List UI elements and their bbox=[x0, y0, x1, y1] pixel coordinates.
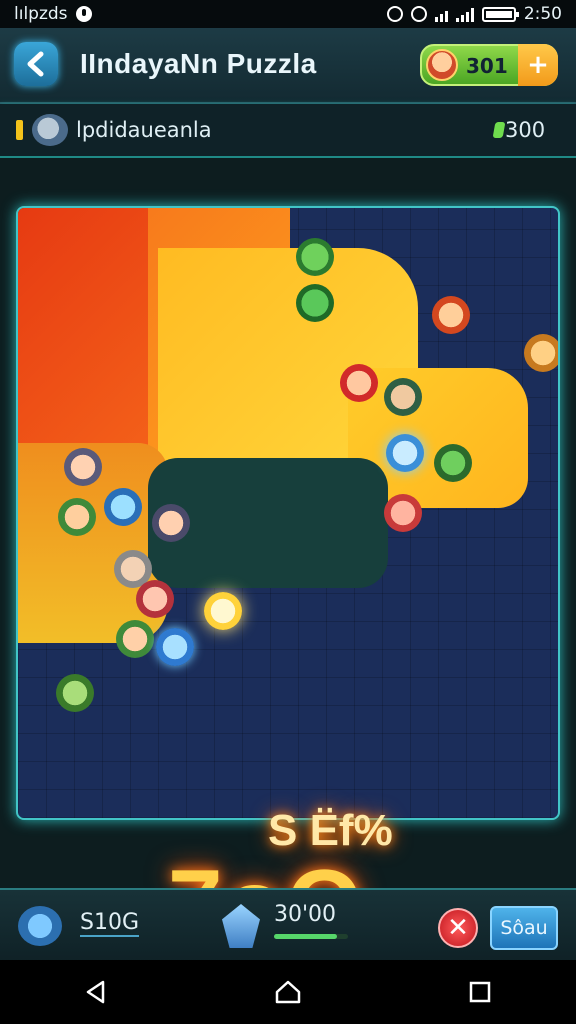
character-piece[interactable] bbox=[64, 448, 102, 486]
action-button[interactable]: Sôau bbox=[490, 906, 558, 950]
character-piece[interactable] bbox=[296, 238, 334, 276]
top-header: IIndaуaNn Puzzla 301 + bbox=[0, 28, 576, 104]
close-icon: ✕ bbox=[447, 913, 469, 943]
coin-counter[interactable]: 301 + bbox=[420, 44, 558, 86]
character-piece[interactable] bbox=[386, 434, 424, 472]
plus-icon: + bbox=[527, 50, 549, 80]
wifi-icon bbox=[434, 7, 448, 22]
gem-icon[interactable] bbox=[222, 904, 260, 948]
timer-progress-fill bbox=[274, 934, 337, 939]
notification-icon bbox=[75, 6, 92, 22]
gem-icon bbox=[492, 122, 506, 138]
app-label: lılpzdѕ bbox=[14, 4, 68, 24]
bottom-toolbar: S10G 30'00 ✕ Sôau bbox=[0, 888, 576, 962]
character-piece[interactable] bbox=[384, 494, 422, 532]
timer-progress bbox=[274, 934, 348, 939]
character-piece[interactable] bbox=[136, 580, 174, 618]
rocket-icon[interactable] bbox=[18, 906, 62, 946]
coin-value: 301 bbox=[466, 54, 508, 78]
character-piece[interactable] bbox=[296, 284, 334, 322]
signal-icon bbox=[455, 7, 474, 22]
battery-icon bbox=[481, 6, 519, 22]
player-avatar[interactable] bbox=[32, 114, 68, 146]
board-area: S Ëf% 7оО bbox=[0, 158, 576, 959]
character-piece[interactable] bbox=[204, 592, 242, 630]
close-button[interactable]: ✕ bbox=[438, 908, 478, 948]
timer-value: 30'00 bbox=[274, 902, 337, 927]
character-piece[interactable] bbox=[384, 378, 422, 416]
home-nav-button[interactable] bbox=[268, 972, 308, 1012]
system-nav-bar bbox=[0, 960, 576, 1024]
character-piece[interactable] bbox=[56, 674, 94, 712]
character-piece[interactable] bbox=[104, 488, 142, 526]
character-piece[interactable] bbox=[524, 334, 558, 372]
game-title: IIndaуaNn Puzzla bbox=[80, 48, 317, 79]
clock: 2:50 bbox=[523, 4, 562, 24]
character-piece[interactable] bbox=[340, 364, 378, 402]
back-button[interactable] bbox=[14, 42, 58, 86]
character-piece[interactable] bbox=[156, 628, 194, 666]
character-piece[interactable] bbox=[434, 444, 472, 482]
left-counter: S10G bbox=[80, 910, 140, 937]
back-arrow-icon bbox=[27, 51, 44, 77]
status-bar: lılpzdѕ 2:50 bbox=[0, 0, 576, 28]
player-bar: lpdіdaueanla 300 bbox=[0, 104, 576, 158]
back-nav-button[interactable] bbox=[76, 972, 116, 1012]
character-piece[interactable] bbox=[116, 620, 154, 658]
recents-nav-button[interactable] bbox=[460, 972, 500, 1012]
player-avatar-icon bbox=[426, 49, 458, 81]
gem-count: 300 bbox=[505, 118, 546, 142]
alarm-icon bbox=[410, 6, 427, 22]
character-piece[interactable] bbox=[58, 498, 96, 536]
character-piece[interactable] bbox=[152, 504, 190, 542]
puzzle-board[interactable] bbox=[16, 206, 560, 820]
add-coins-button[interactable]: + bbox=[518, 44, 558, 86]
home-nav-icon bbox=[275, 980, 301, 1004]
recents-nav-icon bbox=[469, 981, 491, 1003]
back-nav-icon bbox=[86, 980, 105, 1004]
player-name: lpdіdaueanla bbox=[76, 118, 212, 142]
character-piece[interactable] bbox=[432, 296, 470, 334]
flag-icon bbox=[16, 120, 23, 140]
alarm-icon bbox=[386, 6, 403, 22]
